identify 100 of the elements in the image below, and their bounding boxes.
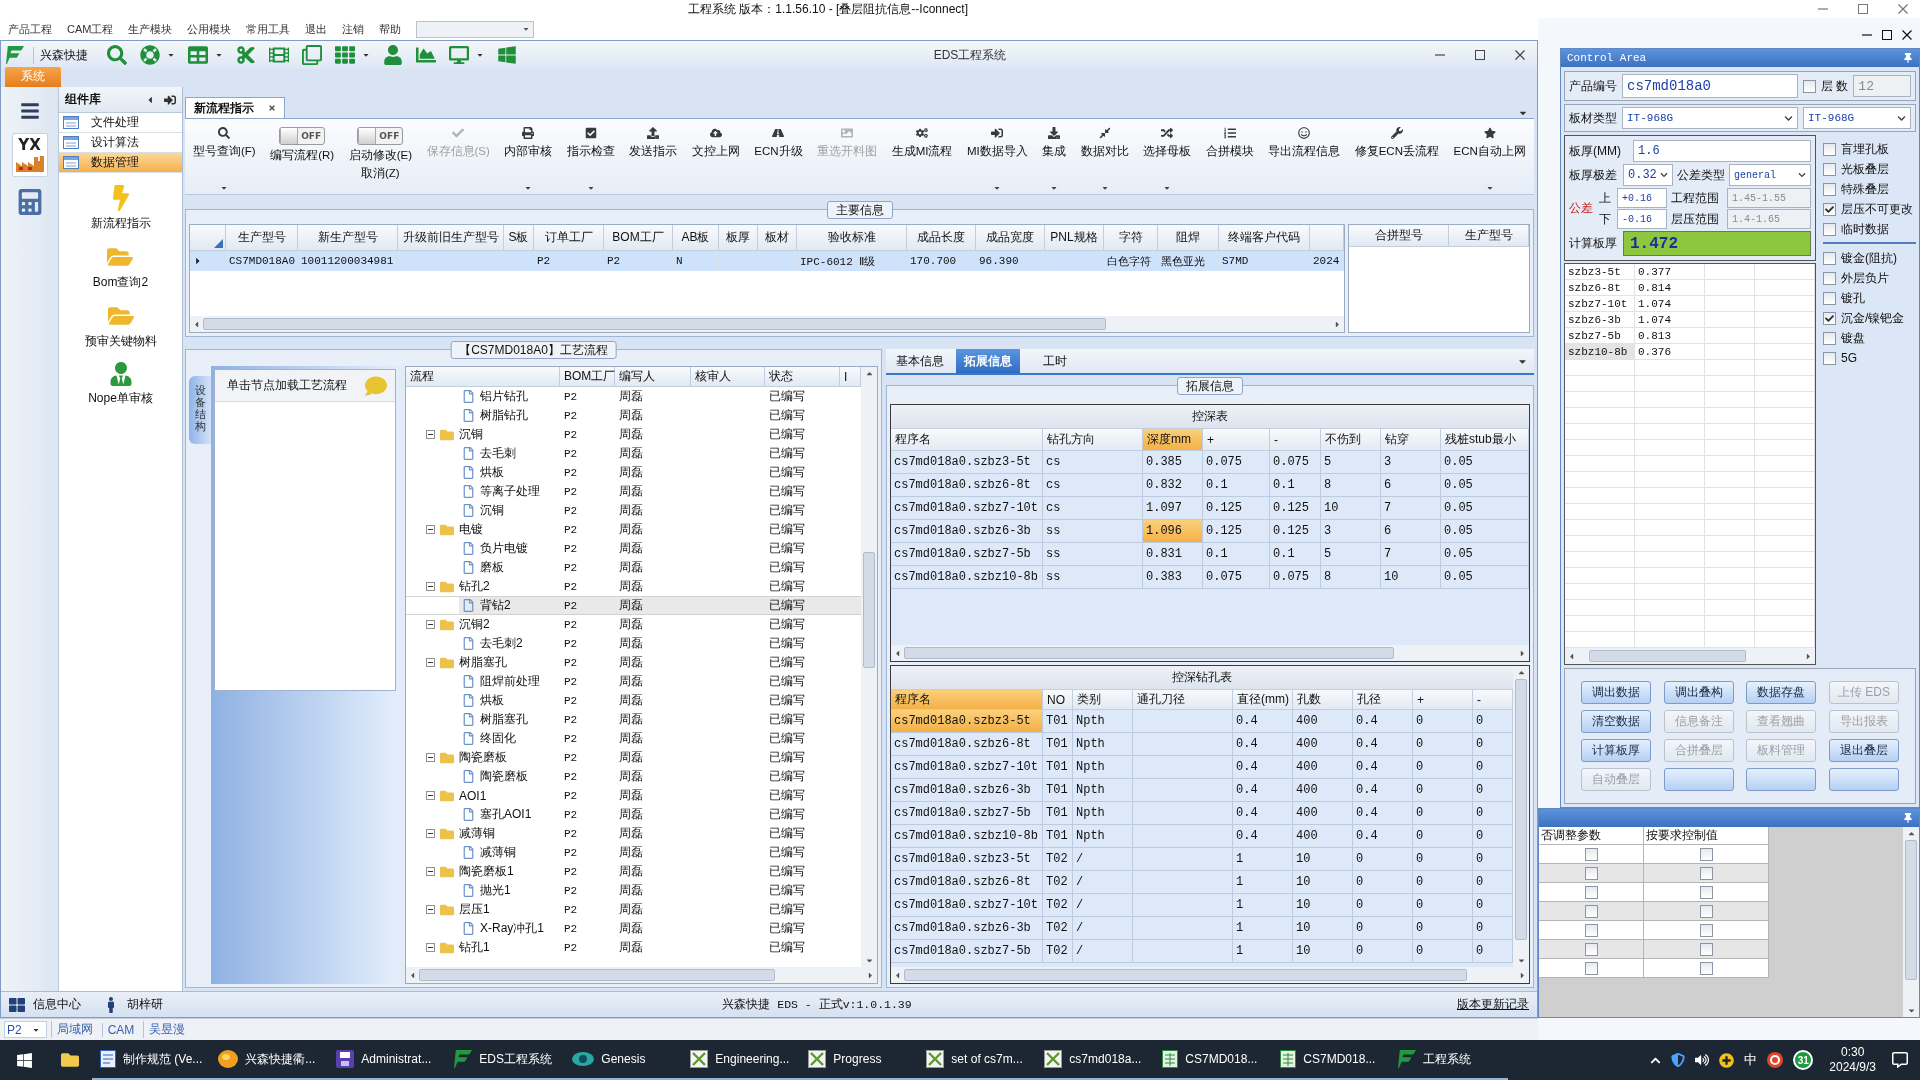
scrollbar-thumb[interactable] — [1515, 679, 1527, 941]
menu-item[interactable]: 生产模块 — [128, 21, 173, 37]
shortcut-button[interactable]: 预审关键物料 — [84, 303, 157, 350]
table-icon[interactable] — [188, 45, 208, 65]
collapse-icon[interactable] — [426, 658, 435, 667]
shortcut-button[interactable]: Bom查询2 — [92, 244, 149, 291]
scroll-up-icon[interactable] — [1516, 668, 1526, 677]
tree-row[interactable]: 磨板 P2 周磊 已编写 — [406, 558, 861, 577]
collapse-icon[interactable] — [426, 829, 435, 838]
area-chart-icon[interactable] — [416, 45, 436, 65]
blank-button[interactable] — [1746, 768, 1817, 791]
collapse-icon[interactable] — [426, 753, 435, 762]
horizontal-scrollbar[interactable] — [190, 316, 1344, 332]
sidebar-item[interactable]: 设计算法 — [59, 133, 182, 153]
scrollbar-thumb[interactable] — [203, 318, 1106, 330]
taskbar-button[interactable]: CS7MD018... — [1272, 1040, 1391, 1080]
column-header[interactable]: 残桩stub最小 — [1441, 429, 1529, 450]
menu-item[interactable]: 产品工程 — [8, 21, 52, 37]
toolbar-button[interactable]: MI数据导入 — [964, 121, 1030, 192]
scrollbar-thumb[interactable] — [863, 551, 875, 668]
checkbox[interactable] — [1699, 961, 1713, 975]
tab[interactable]: 基本信息 — [888, 349, 952, 373]
cross-box-icon[interactable] — [808, 1050, 827, 1068]
column-header[interactable]: NO — [1043, 690, 1073, 709]
sign-in-icon[interactable] — [164, 93, 176, 106]
table-row[interactable] — [1539, 940, 1769, 959]
shield-icon[interactable] — [1671, 1053, 1686, 1067]
document-icon[interactable] — [100, 1050, 116, 1068]
scroll-right-icon[interactable] — [1518, 648, 1527, 658]
checkbox[interactable] — [1823, 351, 1836, 365]
sheet-icon[interactable] — [1280, 1050, 1297, 1068]
column-header[interactable]: 直径(mm) — [1233, 690, 1293, 709]
taskbar-button[interactable]: EDS工程系统 — [446, 1040, 565, 1080]
taskbar-button[interactable]: Genesis — [564, 1040, 683, 1080]
checkbox[interactable] — [1823, 331, 1836, 345]
taskbar-button[interactable]: Administrat... — [328, 1040, 447, 1080]
tree-row[interactable]: X-Ray冲孔1 P2 周磊 已编写 — [406, 919, 861, 938]
cross-box-icon[interactable] — [690, 1050, 709, 1068]
checkbox[interactable] — [1584, 961, 1598, 975]
checkbox[interactable] — [1584, 923, 1598, 937]
notification-icon[interactable] — [1892, 1052, 1908, 1068]
column-header[interactable]: 板厚 — [719, 225, 758, 250]
scroll-left-icon[interactable] — [893, 648, 902, 658]
input-field[interactable]: -0.16 — [1617, 209, 1667, 229]
action-button[interactable]: 数据存盘 — [1746, 681, 1817, 704]
close-icon[interactable] — [1515, 50, 1525, 60]
toolbar-button[interactable]: 选择母板 — [1141, 121, 1194, 192]
tree-row[interactable]: 等离子处理 P2 周磊 已编写 — [406, 482, 861, 501]
scroll-down-icon[interactable] — [864, 956, 874, 965]
grid-icon[interactable] — [9, 996, 25, 1013]
tree-row[interactable]: 负片电镀 P2 周磊 已编写 — [406, 539, 861, 558]
toolbar-button[interactable]: 指示检查 — [564, 121, 617, 192]
column-header[interactable]: 板材 — [758, 225, 797, 250]
tree-row[interactable]: 树脂塞孔 P2 周磊 已编写 — [406, 653, 861, 672]
monitor-icon[interactable] — [449, 45, 469, 65]
close-icon[interactable] — [1902, 30, 1912, 40]
app-logo-icon[interactable] — [1398, 1050, 1417, 1068]
column-header[interactable]: 状态 — [765, 367, 840, 386]
caret-down-icon[interactable] — [362, 51, 370, 59]
table-row[interactable] — [1539, 902, 1769, 921]
toolbar-button[interactable]: 发送指示 — [627, 121, 680, 192]
action-button[interactable]: 调出叠构 — [1663, 681, 1734, 704]
table-row[interactable] — [1539, 921, 1769, 940]
checkbox[interactable] — [1584, 866, 1598, 880]
side-tab[interactable]: 设备结构 — [189, 376, 211, 445]
checkbox[interactable] — [1823, 311, 1836, 325]
cross-box-icon[interactable] — [926, 1050, 945, 1068]
checkbox[interactable] — [1699, 847, 1713, 861]
checkbox[interactable] — [1823, 222, 1836, 236]
column-header[interactable]: 钻穿 — [1381, 429, 1441, 450]
caret-down-icon[interactable] — [215, 51, 223, 59]
taskbar-button[interactable]: 制作规范 (Ve... — [92, 1040, 211, 1080]
horizontal-scrollbar[interactable] — [891, 645, 1529, 661]
scrollbar-thumb[interactable] — [904, 647, 1394, 659]
scroll-left-icon[interactable] — [408, 970, 417, 980]
checkbox[interactable] — [1823, 202, 1836, 216]
taskbar-button[interactable]: 工程系统 — [1390, 1040, 1509, 1080]
collapse-icon[interactable] — [426, 905, 435, 914]
scrollbar-thumb[interactable] — [1905, 840, 1917, 980]
checkbox[interactable] — [1823, 182, 1836, 196]
toolbar-button[interactable]: 型号查询(F) — [191, 121, 258, 192]
caret-down-icon[interactable] — [476, 51, 484, 59]
horizontal-scrollbar[interactable] — [1565, 648, 1815, 664]
select-field[interactable]: IT-968G — [1803, 107, 1911, 129]
scroll-left-icon[interactable] — [893, 970, 902, 980]
column-header[interactable]: 程序名 — [891, 429, 1043, 450]
toolbar-button[interactable]: ECN升级 — [752, 121, 805, 192]
folder-icon[interactable] — [61, 1051, 79, 1069]
app-logo-icon[interactable] — [454, 1050, 473, 1068]
table-cell[interactable]: szbz6-8t — [1565, 280, 1635, 295]
horizontal-scrollbar[interactable] — [406, 967, 877, 983]
toolbar-button[interactable]: 修复ECN丢流程 — [1352, 121, 1441, 192]
column-header[interactable]: 核审人 — [691, 367, 765, 386]
tree-row[interactable]: 终固化 P2 周磊 已编写 — [406, 729, 861, 748]
tree-row[interactable]: 沉铜2 P2 周磊 已编写 — [406, 615, 861, 634]
scroll-down-icon[interactable] — [1516, 956, 1526, 965]
cross-box-icon[interactable] — [1044, 1050, 1063, 1068]
scrollbar-thumb[interactable] — [419, 969, 776, 981]
select-field[interactable]: 0.32 — [1623, 164, 1673, 186]
tree-row[interactable]: 陶瓷磨板 P2 周磊 已编写 — [406, 767, 861, 786]
